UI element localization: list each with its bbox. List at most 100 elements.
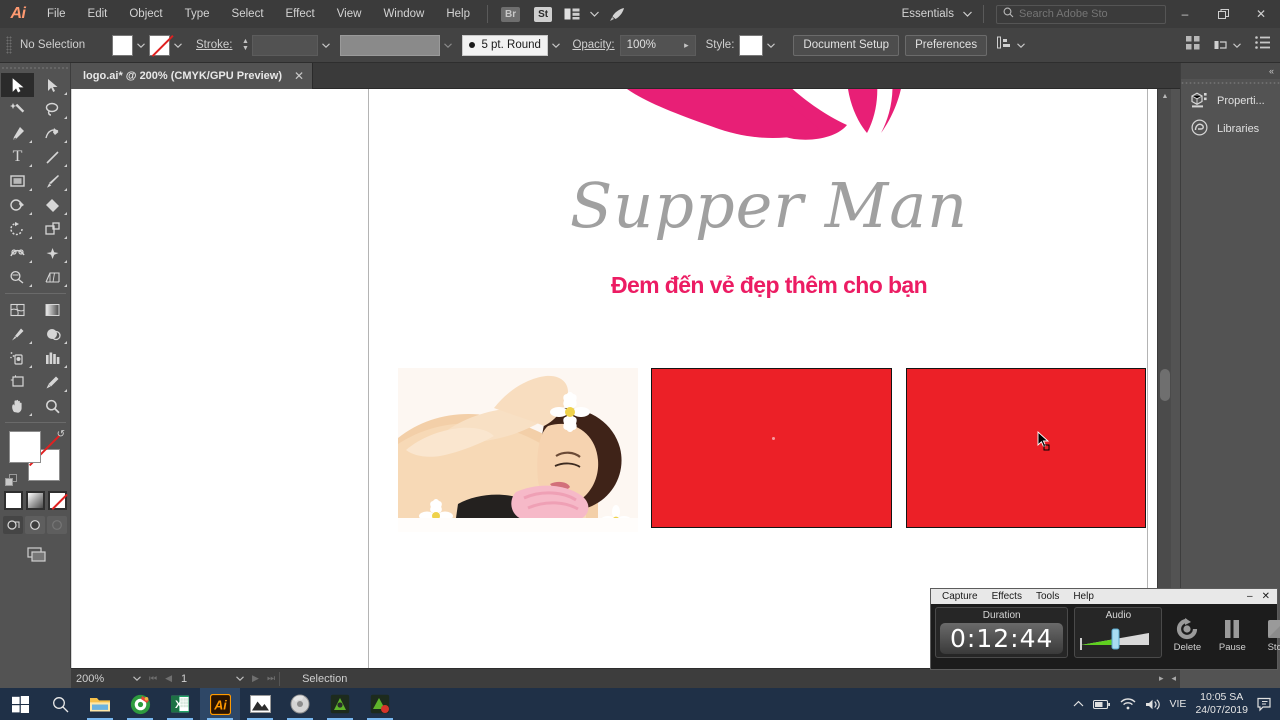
normal-screen-mode-button[interactable] <box>3 516 23 534</box>
zoom-tool[interactable] <box>36 394 69 418</box>
scroll-up-icon[interactable]: ▲ <box>1158 89 1172 103</box>
color-mode-button[interactable] <box>3 491 23 510</box>
list-menu-icon[interactable] <box>1255 36 1270 54</box>
graphic-style-swatch[interactable] <box>739 34 764 56</box>
brush-chevron-icon[interactable] <box>548 35 564 56</box>
stock-icon[interactable]: St <box>534 6 553 22</box>
volume-icon[interactable] <box>1145 698 1161 711</box>
shape-builder-tool[interactable] <box>1 265 34 289</box>
artboard-number[interactable]: 1 <box>176 669 232 689</box>
stroke-weight-stepper[interactable]: ▲ ▼ <box>238 35 252 56</box>
capture-app-button[interactable] <box>320 688 360 720</box>
preferences-button[interactable]: Preferences <box>905 34 988 56</box>
tools-panel-grip[interactable] <box>0 63 70 73</box>
recorder-close-button[interactable]: ✕ <box>1262 591 1270 602</box>
symbol-sprayer-tool[interactable] <box>1 346 34 370</box>
mesh-tool[interactable] <box>1 298 34 322</box>
red-rectangle-1[interactable] <box>651 368 892 528</box>
opacity-flyout-icon[interactable]: ▸ <box>684 40 689 51</box>
menu-help[interactable]: Help <box>435 0 481 28</box>
fill-color-swatch[interactable] <box>112 34 133 56</box>
workspace-chevron-icon[interactable] <box>963 11 972 17</box>
recorder-menu-tools[interactable]: Tools <box>1029 591 1066 602</box>
right-panel-grip[interactable] <box>1181 79 1280 87</box>
align-icon[interactable] <box>997 36 1013 55</box>
document-tab[interactable]: logo.ai* @ 200% (CMYK/GPU Preview) ✕ <box>71 63 314 89</box>
photos-app-button[interactable] <box>240 688 280 720</box>
close-button[interactable]: ✕ <box>1242 0 1280 28</box>
default-fill-stroke-icon[interactable] <box>5 474 17 486</box>
language-indicator[interactable]: VIE <box>1170 698 1187 710</box>
menu-select[interactable]: Select <box>221 0 275 28</box>
magic-wand-tool[interactable] <box>1 97 34 121</box>
pause-recording-button[interactable]: Pause <box>1213 616 1251 653</box>
free-transform-tool[interactable] <box>36 241 69 265</box>
wifi-icon[interactable] <box>1120 698 1136 710</box>
search-input[interactable] <box>1019 8 1159 20</box>
full-screen-button[interactable] <box>47 516 67 534</box>
excel-app-button[interactable]: X <box>160 688 200 720</box>
rotate-tool[interactable] <box>1 217 34 241</box>
start-button[interactable] <box>0 688 40 720</box>
gradient-mode-button[interactable] <box>25 491 45 510</box>
gradient-tool[interactable] <box>36 298 69 322</box>
chevron-down-icon[interactable] <box>590 11 600 17</box>
brush-definition[interactable]: 5 pt. Round <box>462 34 549 56</box>
recorder-menu-capture[interactable]: Capture <box>935 591 985 602</box>
variable-width-profile[interactable] <box>340 34 441 56</box>
full-screen-menubar-button[interactable] <box>25 516 45 534</box>
hand-tool[interactable] <box>1 394 34 418</box>
file-explorer-button[interactable] <box>80 688 120 720</box>
stroke-color-swatch[interactable] <box>149 34 170 56</box>
search-adobe-stock[interactable] <box>996 4 1166 24</box>
stroke-weight-chevron-icon[interactable] <box>318 35 334 56</box>
home-rocket-icon[interactable] <box>609 7 626 22</box>
align-chevron-icon[interactable] <box>1013 35 1029 56</box>
screen-recorder-widget[interactable]: Capture Effects Tools Help – ✕ Duration … <box>930 588 1280 670</box>
arrange-grid-icon[interactable] <box>1186 35 1200 55</box>
minimize-button[interactable]: – <box>1166 0 1204 28</box>
collapse-panel-button[interactable]: « <box>1181 63 1280 79</box>
red-rectangle-2[interactable] <box>906 368 1146 528</box>
menu-effect[interactable]: Effect <box>275 0 326 28</box>
menu-view[interactable]: View <box>326 0 373 28</box>
edit-toolbar-button[interactable] <box>0 546 70 564</box>
panel-libraries[interactable]: Libraries <box>1181 115 1280 143</box>
fill-chevron-icon[interactable] <box>133 35 149 56</box>
vertical-scrollbar-thumb[interactable] <box>1160 369 1170 401</box>
panel-properties[interactable]: Properti... <box>1181 87 1280 115</box>
media-player-button[interactable] <box>280 688 320 720</box>
clock[interactable]: 10:05 SA 24/07/2019 <box>1195 691 1248 717</box>
current-tool-indicator[interactable]: Selection <box>280 669 352 689</box>
scale-tool[interactable] <box>36 217 69 241</box>
paintbrush-tool[interactable] <box>36 169 69 193</box>
perspective-grid-tool[interactable] <box>36 265 69 289</box>
close-icon[interactable]: ✕ <box>294 69 304 83</box>
artboard-chevron-icon[interactable] <box>232 669 248 689</box>
artboard[interactable]: Supper Man Đem đến vẻ đẹp thêm cho bạn <box>368 89 1148 668</box>
media-app-button[interactable] <box>120 688 160 720</box>
stop-recording-button[interactable]: Stop <box>1258 616 1280 653</box>
opacity-field[interactable]: 100% ▸ <box>619 34 696 56</box>
eyedropper-tool[interactable] <box>1 322 34 346</box>
spa-photo[interactable] <box>398 368 638 532</box>
restore-button[interactable] <box>1204 0 1242 28</box>
eraser-tool[interactable] <box>36 193 69 217</box>
status-flyout-icon[interactable]: ▸ <box>1155 669 1168 689</box>
menu-file[interactable]: File <box>36 0 77 28</box>
transform-panel-icon[interactable] <box>1214 38 1241 52</box>
fill-color-control[interactable] <box>9 431 41 463</box>
action-center-icon[interactable] <box>1257 697 1274 712</box>
document-setup-button[interactable]: Document Setup <box>793 34 900 56</box>
status-collapse-icon[interactable]: ◂ <box>1167 669 1180 689</box>
illustrator-app-button[interactable]: Ai <box>200 688 240 720</box>
direct-selection-tool[interactable] <box>36 73 69 97</box>
selection-tool[interactable] <box>1 73 34 97</box>
swap-fill-stroke-icon[interactable]: ↺ <box>57 429 65 440</box>
menu-object[interactable]: Object <box>118 0 173 28</box>
recorder-app-button[interactable] <box>360 688 400 720</box>
recorder-menu-effects[interactable]: Effects <box>985 591 1029 602</box>
zoom-level[interactable]: 200% <box>71 669 129 689</box>
chevron-up-icon[interactable] <box>1073 700 1084 708</box>
canvas-area[interactable]: Supper Man Đem đến vẻ đẹp thêm cho bạn <box>71 89 1165 668</box>
